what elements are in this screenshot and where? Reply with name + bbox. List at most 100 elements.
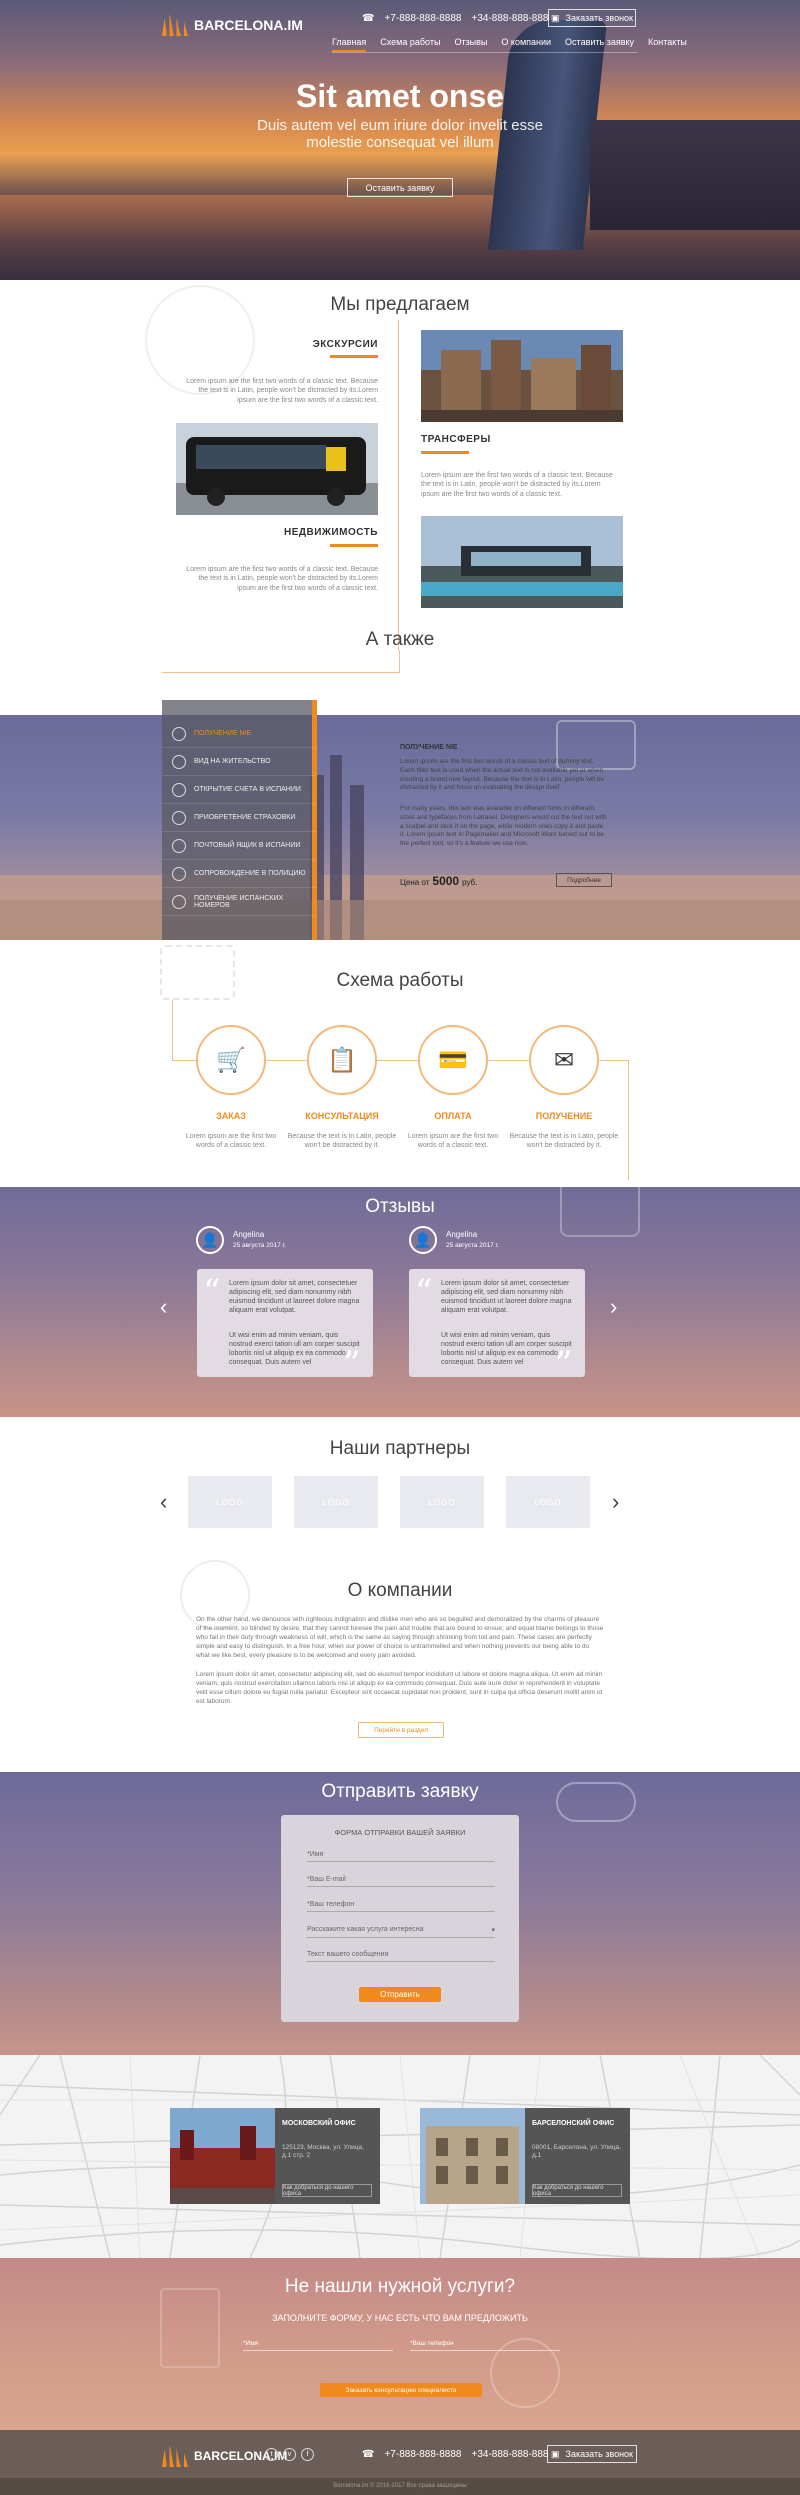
menu-item-mailbox[interactable]: ПОЧТОВЫЙ ЯЩИК В ИСПАНИИ bbox=[162, 832, 317, 860]
offer-line-1 bbox=[330, 355, 378, 358]
email-field[interactable]: *Ваш E-mail bbox=[307, 1876, 495, 1887]
menu-item-residence[interactable]: ВИД НА ЖИТЕЛЬСТВО bbox=[162, 748, 317, 776]
menu-item-bank-account[interactable]: ОТКРЫТИЕ СЧЕТА В ИСПАНИИ bbox=[162, 776, 317, 804]
nav-scheme[interactable]: Схема работы bbox=[380, 37, 440, 52]
offer-title-excursions: ЭКСКУРСИИ bbox=[312, 339, 378, 350]
partner-logo-1[interactable]: LOGO bbox=[188, 1476, 272, 1528]
hero-request-button[interactable]: Оставить заявку bbox=[347, 178, 453, 197]
notfound-name-field[interactable]: *Имя bbox=[243, 2340, 393, 2351]
signpost-decor-icon bbox=[160, 2288, 220, 2368]
request-form: ФОРМА ОТПРАВКИ ВАШЕЙ ЗАЯВКИ *Имя *Ваш E-… bbox=[281, 1815, 519, 2022]
offer-text-realty: Lorem ipsum are the first two words of a… bbox=[186, 566, 378, 592]
barcelona-office-address: 08001, Барселона, ул. Улица, д.1 bbox=[532, 2144, 621, 2160]
lock-icon: ▣ bbox=[551, 2448, 560, 2459]
partner-logo-3[interactable]: LOGO bbox=[400, 1476, 484, 1528]
nav-about[interactable]: О компании bbox=[501, 37, 551, 52]
about-more-button[interactable]: Перейти в раздел bbox=[358, 1722, 444, 1738]
step-consult-icon: 📋 bbox=[307, 1025, 377, 1095]
step-title-consult: КОНСУЛЬТАЦИЯ bbox=[305, 1111, 379, 1121]
logo-icon bbox=[162, 14, 188, 36]
moscow-office-card: МОСКОВСКИЙ ОФИС 125123, Москва, ул. Улиц… bbox=[170, 2108, 380, 2204]
nav-reviews[interactable]: Отзывы bbox=[454, 37, 487, 52]
reviews-next-arrow-icon[interactable]: › bbox=[610, 1294, 617, 1320]
copyright-text: Barcelona.im © 2016-2017 Все права защищ… bbox=[333, 2483, 467, 2489]
vk-icon[interactable]: v bbox=[283, 2448, 296, 2461]
menu-item-label: ПОЧТОВЫЙ ЯЩИК В ИСПАНИИ bbox=[194, 842, 301, 849]
menu-item-label: ОТКРЫТИЕ СЧЕТА В ИСПАНИИ bbox=[194, 786, 301, 793]
scheme-line-left bbox=[172, 1000, 173, 1060]
message-field[interactable]: Текст вашего сообщения bbox=[307, 1951, 495, 1962]
review-date-2: 25 августа 2017 г. bbox=[446, 1242, 499, 1249]
detail-more-button[interactable]: Подробнее bbox=[556, 873, 612, 887]
menu-item-icon bbox=[172, 782, 186, 797]
city-map-background bbox=[0, 2055, 800, 2258]
moscow-office-directions-button[interactable]: Как добраться до нашего офиса bbox=[282, 2184, 372, 2197]
barcelona-office-title: БАРСЕЛОНСКИЙ ОФИС bbox=[532, 2120, 615, 2127]
step-payment-icon: 💳 bbox=[418, 1025, 488, 1095]
logo-text: BARCELONA.IM bbox=[194, 17, 303, 33]
menu-item-label: ПОЛУЧЕНИЕ NIE bbox=[194, 730, 252, 737]
transfer-bus-photo bbox=[176, 423, 378, 515]
reviews-prev-arrow-icon[interactable]: ‹ bbox=[160, 1294, 167, 1320]
footer-order-call-button[interactable]: ▣ Заказать звонок bbox=[547, 2445, 637, 2463]
realty-photo bbox=[421, 516, 623, 608]
menu-item-nie[interactable]: ПОЛУЧЕНИЕ NIE bbox=[162, 720, 317, 748]
chevron-down-icon: ▾ bbox=[491, 1927, 495, 1934]
offer-heading: Мы предлагаем bbox=[330, 294, 470, 315]
step-receive-icon: ✉ bbox=[529, 1025, 599, 1095]
menu-item-label: ПРИОБРЕТЕНИЕ СТРАХОВКИ bbox=[194, 814, 296, 821]
footer-order-call-label: Заказать звонок bbox=[565, 2449, 633, 2459]
partners-prev-arrow-icon[interactable]: ‹ bbox=[160, 1489, 167, 1515]
facebook-icon[interactable]: f bbox=[301, 2448, 314, 2461]
step-title-payment: ОПЛАТА bbox=[434, 1111, 472, 1121]
scheme-line-right bbox=[628, 1060, 629, 1180]
menu-item-insurance[interactable]: ПРИОБРЕТЕНИЕ СТРАХОВКИ bbox=[162, 804, 317, 832]
partner-logo-4[interactable]: LOGO bbox=[506, 1476, 590, 1528]
about-text-2: Lorem ipsum dolor sit amet, consectetur … bbox=[196, 1671, 603, 1706]
hero-request-label: Оставить заявку bbox=[365, 182, 435, 193]
menu-item-label: СОПРОВОЖДЕНИЕ В ПОЛИЦИЮ bbox=[194, 870, 306, 877]
offer-center-line bbox=[398, 320, 399, 650]
reviews-heading: Отзывы bbox=[365, 1196, 435, 1217]
header-logo[interactable]: BARCELONA.IM bbox=[162, 14, 303, 36]
review-avatar-2: 👤 bbox=[409, 1226, 437, 1254]
step-text-payment: Lorem ipsum are the first two words of a… bbox=[407, 1133, 499, 1150]
footer-phone-2[interactable]: +34-888-888-888 bbox=[471, 2449, 548, 2460]
nav-home[interactable]: Главная bbox=[332, 37, 367, 52]
step-text-consult: Because the text is in Latin, people won… bbox=[287, 1133, 397, 1150]
notfound-phone-field[interactable]: *Ваш телефон bbox=[410, 2340, 560, 2351]
barcelona-office-directions-button[interactable]: Как добраться до нашего офиса bbox=[532, 2184, 622, 2197]
footer-phone-1[interactable]: +7-888-888-8888 bbox=[384, 2449, 461, 2460]
consultation-button[interactable]: Заказать консультацию специалиста bbox=[320, 2383, 482, 2397]
offer-line-2 bbox=[421, 451, 469, 454]
order-call-button[interactable]: ▣ Заказать звонок bbox=[548, 9, 636, 27]
send-button[interactable]: Отправить bbox=[359, 1987, 441, 2002]
review-name-1: Angelina bbox=[233, 1230, 265, 1239]
partners-next-arrow-icon[interactable]: › bbox=[612, 1489, 619, 1515]
name-field[interactable]: *Имя bbox=[307, 1851, 495, 1862]
offer-title-realty: НЕДВИЖИМОСТЬ bbox=[283, 527, 378, 538]
quote-close-icon: ” bbox=[555, 1344, 573, 1384]
nav-contacts[interactable]: Контакты bbox=[648, 37, 687, 52]
menu-item-icon bbox=[172, 894, 186, 909]
notfound-subheading: ЗАПОЛНИТЕ ФОРМУ, У НАС ЕСТЬ ЧТО ВАМ ПРЕД… bbox=[272, 2313, 528, 2323]
menu-item-police[interactable]: СОПРОВОЖДЕНИЕ В ПОЛИЦИЮ bbox=[162, 860, 317, 888]
twitter-icon[interactable]: t bbox=[265, 2448, 278, 2461]
detail-title: ПОЛУЧЕНИЕ NIE bbox=[400, 744, 458, 751]
offer-text-transfers: Lorem ipsum are the first two words of a… bbox=[421, 472, 613, 498]
menu-item-plates[interactable]: ПОЛУЧЕНИЕ ИСПАНСКИХ НОМЕРОВ bbox=[162, 888, 317, 916]
order-call-label: Заказать звонок bbox=[565, 13, 633, 23]
offer-title-transfers: ТРАНСФЕРЫ bbox=[421, 434, 491, 445]
header-phone-2[interactable]: +34-888-888-888 bbox=[471, 13, 548, 24]
price-label: Цена от bbox=[400, 878, 430, 887]
form-title: ФОРМА ОТПРАВКИ ВАШЕЙ ЗАЯВКИ bbox=[334, 1828, 466, 1837]
review-text-2a: Lorem ipsum dolor sit amet, consectetuer… bbox=[441, 1280, 572, 1315]
partner-logo-2[interactable]: LOGO bbox=[294, 1476, 378, 1528]
footer-socials: t v f bbox=[265, 2448, 314, 2461]
service-select[interactable]: Расскажите какая услуга интересна ▾ bbox=[307, 1926, 495, 1938]
header-phone-1[interactable]: +7-888-888-8888 bbox=[384, 13, 461, 24]
phone-field[interactable]: *Ваш телефон bbox=[307, 1901, 495, 1912]
hero-subtitle: Duis autem vel eum iriure dolor invelit … bbox=[257, 117, 543, 152]
nav-request[interactable]: Оставить заявку bbox=[565, 37, 634, 52]
review-text-1a: Lorem ipsum dolor sit amet, consectetuer… bbox=[229, 1280, 360, 1315]
